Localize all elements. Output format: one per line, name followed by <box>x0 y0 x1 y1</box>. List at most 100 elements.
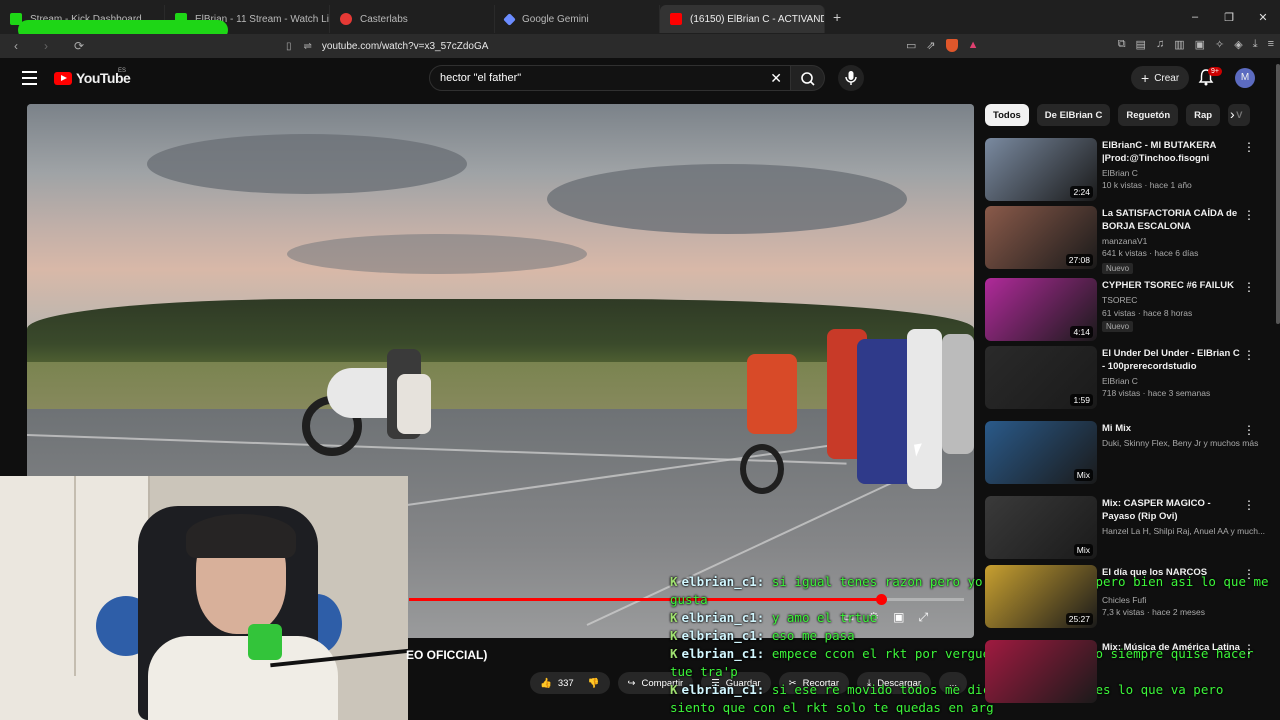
wallet-icon[interactable]: ▣ <box>1195 38 1205 51</box>
recommendation-meta: 10 k vistas · hace 1 año <box>1102 180 1192 190</box>
video-frame-cloud <box>147 134 467 194</box>
chip-regueton[interactable]: Reguetón <box>1118 104 1179 126</box>
reload-icon[interactable]: ⟳ <box>74 39 90 53</box>
back-icon[interactable]: ‹ <box>14 39 30 53</box>
microphone-icon <box>845 71 857 85</box>
menu-icon[interactable]: ≡ <box>1268 38 1274 51</box>
like-button[interactable]: 👍 337 👎 <box>530 672 610 694</box>
recommendation-title[interactable]: El día que los NARCOS <box>1102 567 1242 580</box>
recommendation-channel[interactable]: Chicles Fufi <box>1102 595 1146 605</box>
create-button[interactable]: + Crear <box>1131 66 1190 90</box>
video-thumbnail[interactable] <box>985 640 1097 703</box>
chip-rap[interactable]: Rap <box>1186 104 1221 126</box>
webcam-microphone <box>248 624 282 660</box>
recommendation-item[interactable]: 1:59 El Under Del Under - ElBrian C - 10… <box>985 346 1275 412</box>
site-info-icon[interactable]: ⇌ <box>304 41 312 52</box>
recommendation-title[interactable]: Mix: Música de América Latina <box>1102 642 1242 655</box>
cast-icon[interactable]: ▭ <box>906 39 916 52</box>
close-window-icon[interactable]: ✕ <box>1246 11 1280 24</box>
kick-badge-icon: K <box>670 610 678 625</box>
video-thumbnail[interactable]: Mix <box>985 496 1097 559</box>
new-badge: Nuevo <box>1102 321 1134 332</box>
minimize-icon[interactable]: – <box>1178 11 1212 23</box>
more-vert-icon[interactable]: ⋮ <box>1243 567 1255 581</box>
more-vert-icon[interactable]: ⋮ <box>1243 348 1255 362</box>
notification-badge: 9+ <box>1208 67 1222 76</box>
search-button[interactable] <box>791 65 825 91</box>
brave-shield-icon[interactable] <box>945 39 958 52</box>
recommendation-item[interactable]: Mix: Música de América Latina ⋮ <box>985 640 1275 706</box>
more-vert-icon[interactable]: ⋮ <box>1243 642 1255 656</box>
related-filter-chips: Todos De ElBrian C Reguetón Rap V <box>985 104 1251 126</box>
leo-icon[interactable]: ✧ <box>1215 38 1224 51</box>
share-arrow-icon: ↪ <box>627 677 636 689</box>
account-avatar[interactable]: M <box>1235 68 1255 88</box>
video-thumbnail[interactable]: 2:24 <box>985 138 1097 201</box>
video-thumbnail[interactable]: Mix <box>985 421 1097 484</box>
recommendation-title[interactable]: Mix: CASPER MAGICO - Payaso (Rip Ovi) <box>1102 498 1242 523</box>
thumbs-up-icon: 👍 <box>540 677 552 689</box>
recommendation-title[interactable]: La SATISFACTORIA CAÍDA de BORJA ESCALONA <box>1102 208 1242 233</box>
video-frame-person <box>907 329 942 489</box>
recommendation-item[interactable]: Mix Mi Mix Duki, Skinny Flex, Beny Jr y … <box>985 421 1275 487</box>
recommendation-channel[interactable]: TSOREC <box>1102 295 1137 305</box>
reader-icon[interactable]: ▤ <box>1136 38 1146 51</box>
recommendation-item[interactable]: Mix Mix: CASPER MAGICO - Payaso (Rip Ovi… <box>985 496 1275 562</box>
recommendation-title[interactable]: ElBrianC - MI BUTAKERA |Prod:@Tinchoo.fi… <box>1102 140 1242 166</box>
recommendation-title[interactable]: CYPHER TSOREC #6 FAILUK <box>1102 280 1242 293</box>
video-frame-rider <box>747 354 797 434</box>
share-icon[interactable]: ⇗ <box>926 39 935 52</box>
page-scrollbar[interactable] <box>1276 64 1280 324</box>
maximize-icon[interactable]: ❐ <box>1212 11 1246 24</box>
recommendation-channel[interactable]: Hanzel La H, Shilpi Raj, Anuel AA y much… <box>1102 526 1265 536</box>
recommendation-title[interactable]: El Under Del Under - ElBrian C - 100prer… <box>1102 348 1242 374</box>
more-vert-icon[interactable]: ⋮ <box>1243 280 1255 294</box>
vpn-icon[interactable]: ◈ <box>1234 38 1242 51</box>
recommendation-title[interactable]: Mi Mix <box>1102 423 1242 436</box>
rewards-icon[interactable]: ▲ <box>968 39 979 52</box>
extensions-icon[interactable]: ⧉ <box>1118 38 1126 51</box>
more-vert-icon[interactable]: ⋮ <box>1243 498 1255 512</box>
youtube-play-icon <box>54 71 72 85</box>
video-frame-cloud <box>547 164 907 234</box>
search-input[interactable]: hector "el father" ✕ <box>429 65 791 91</box>
forward-icon[interactable]: › <box>44 39 60 53</box>
recommendation-item[interactable]: 4:14 CYPHER TSOREC #6 FAILUK TSOREC 61 v… <box>985 278 1275 344</box>
video-title: EO OFICCIAL) <box>406 648 488 662</box>
chip-todos[interactable]: Todos <box>985 104 1029 126</box>
recommendation-item[interactable]: 27:08 La SATISFACTORIA CAÍDA de BORJA ES… <box>985 206 1275 274</box>
chip-de-elbrian-c[interactable]: De ElBrian C <box>1036 104 1111 126</box>
download-icon[interactable]: ⤓ <box>1253 38 1258 51</box>
menu-icon[interactable] <box>22 71 37 89</box>
recommendation-channel[interactable]: ElBrian C <box>1102 376 1138 386</box>
recommendation-channel[interactable]: manzanaV1 <box>1102 236 1147 246</box>
browser-tab[interactable]: Casterlabs <box>330 5 495 33</box>
recommendation-channel[interactable]: ElBrian C <box>1102 168 1138 178</box>
gemini-icon <box>503 12 516 26</box>
browser-tab-active[interactable]: (16150) ElBrian C - ACTIVANDO✕ <box>660 5 825 33</box>
chevron-right-icon[interactable]: › <box>1230 106 1235 122</box>
video-thumbnail[interactable]: 25:27 <box>985 565 1097 628</box>
video-thumbnail[interactable]: 1:59 <box>985 346 1097 409</box>
youtube-logo[interactable]: YouTube ES <box>54 68 131 86</box>
music-icon[interactable]: ♫ <box>1156 38 1164 51</box>
more-vert-icon[interactable]: ⋮ <box>1243 423 1255 437</box>
recommendation-channel[interactable]: Duki, Skinny Flex, Beny Jr y muchos más <box>1102 438 1258 448</box>
recommendation-meta: 61 vistas · hace 8 horas <box>1102 308 1193 318</box>
sidebar-icon[interactable]: ▥ <box>1174 38 1184 51</box>
more-vert-icon[interactable]: ⋮ <box>1243 140 1255 154</box>
browser-tab[interactable]: Google Gemini <box>495 5 660 33</box>
recommendation-item[interactable]: 2:24 ElBrianC - MI BUTAKERA |Prod:@Tinch… <box>985 138 1275 204</box>
video-thumbnail[interactable]: 4:14 <box>985 278 1097 341</box>
bookmark-icon[interactable]: ▯ <box>286 41 292 52</box>
voice-search-button[interactable] <box>838 65 864 91</box>
recommendation-item[interactable]: 25:27 El día que los NARCOS Chicles Fufi… <box>985 565 1275 631</box>
extensions-toolbar: ⧉ ▤ ♫ ▥ ▣ ✧ ◈ ⤓ ≡ <box>1118 38 1274 51</box>
plus-icon: + <box>1141 70 1150 86</box>
url-input[interactable]: youtube.com/watch?v=x3_57cZdoGA <box>322 41 488 52</box>
thumbs-down-icon[interactable]: 👎 <box>588 678 600 689</box>
more-vert-icon[interactable]: ⋮ <box>1243 208 1255 222</box>
clear-search-icon[interactable]: ✕ <box>770 70 782 87</box>
new-tab-button[interactable]: + <box>833 9 841 25</box>
video-thumbnail[interactable]: 27:08 <box>985 206 1097 269</box>
